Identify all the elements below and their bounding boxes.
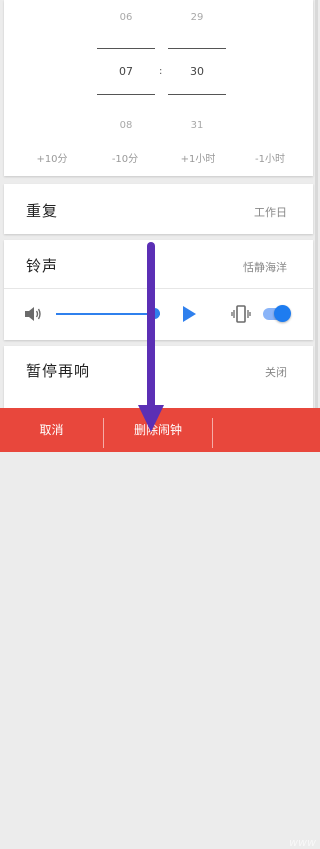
repeat-value: 工作日 — [254, 206, 287, 219]
hour-prev[interactable]: 06 — [97, 12, 155, 23]
minute-bottom-divider — [168, 94, 226, 95]
minus-1-hour-button[interactable]: -1小时 — [240, 150, 300, 165]
hour-top-divider — [97, 48, 155, 49]
ringtone-label: 铃声 — [26, 257, 59, 275]
cancel-button[interactable]: 取消 — [0, 408, 103, 452]
vibrate-icon — [231, 305, 251, 323]
play-icon[interactable] — [181, 305, 197, 323]
watermark: www — [289, 836, 316, 849]
repeat-row[interactable]: 重复 工作日 — [4, 184, 313, 234]
volume-slider-track[interactable] — [56, 313, 160, 315]
confirm-button[interactable] — [213, 408, 320, 452]
snooze-row[interactable]: 暂停再响 关闭 — [4, 346, 313, 408]
vibrate-toggle-thumb[interactable] — [274, 305, 291, 322]
time-picker-card: 06 29 07 : 30 08 31 +10分 -10分 +1小时 -1小时 — [4, 0, 313, 176]
ringtone-card: 铃声 恬静海洋 — [4, 240, 313, 340]
snooze-label: 暂停再响 — [26, 362, 91, 380]
bottom-action-bar: 取消 删除闹钟 www — [0, 408, 320, 849]
hour-selected[interactable]: 07 — [97, 65, 155, 78]
delete-alarm-button[interactable]: 删除闹钟 — [104, 408, 212, 452]
minus-10-min-button[interactable]: -10分 — [95, 150, 155, 165]
minute-next[interactable]: 31 — [168, 120, 226, 131]
minute-selected[interactable]: 30 — [168, 65, 226, 78]
ringtone-value[interactable]: 恬静海洋 — [243, 259, 287, 275]
minute-top-divider — [168, 48, 226, 49]
hour-next[interactable]: 08 — [97, 120, 155, 131]
snooze-value: 关闭 — [265, 366, 287, 379]
scrollbar[interactable] — [315, 0, 318, 408]
plus-1-hour-button[interactable]: +1小时 — [168, 150, 228, 165]
time-separator: : — [159, 66, 163, 77]
ringtone-divider — [4, 288, 313, 289]
minute-prev[interactable]: 29 — [168, 12, 226, 23]
volume-icon[interactable] — [24, 306, 42, 322]
repeat-label: 重复 — [26, 202, 59, 220]
hour-bottom-divider — [97, 94, 155, 95]
plus-10-min-button[interactable]: +10分 — [22, 150, 82, 165]
